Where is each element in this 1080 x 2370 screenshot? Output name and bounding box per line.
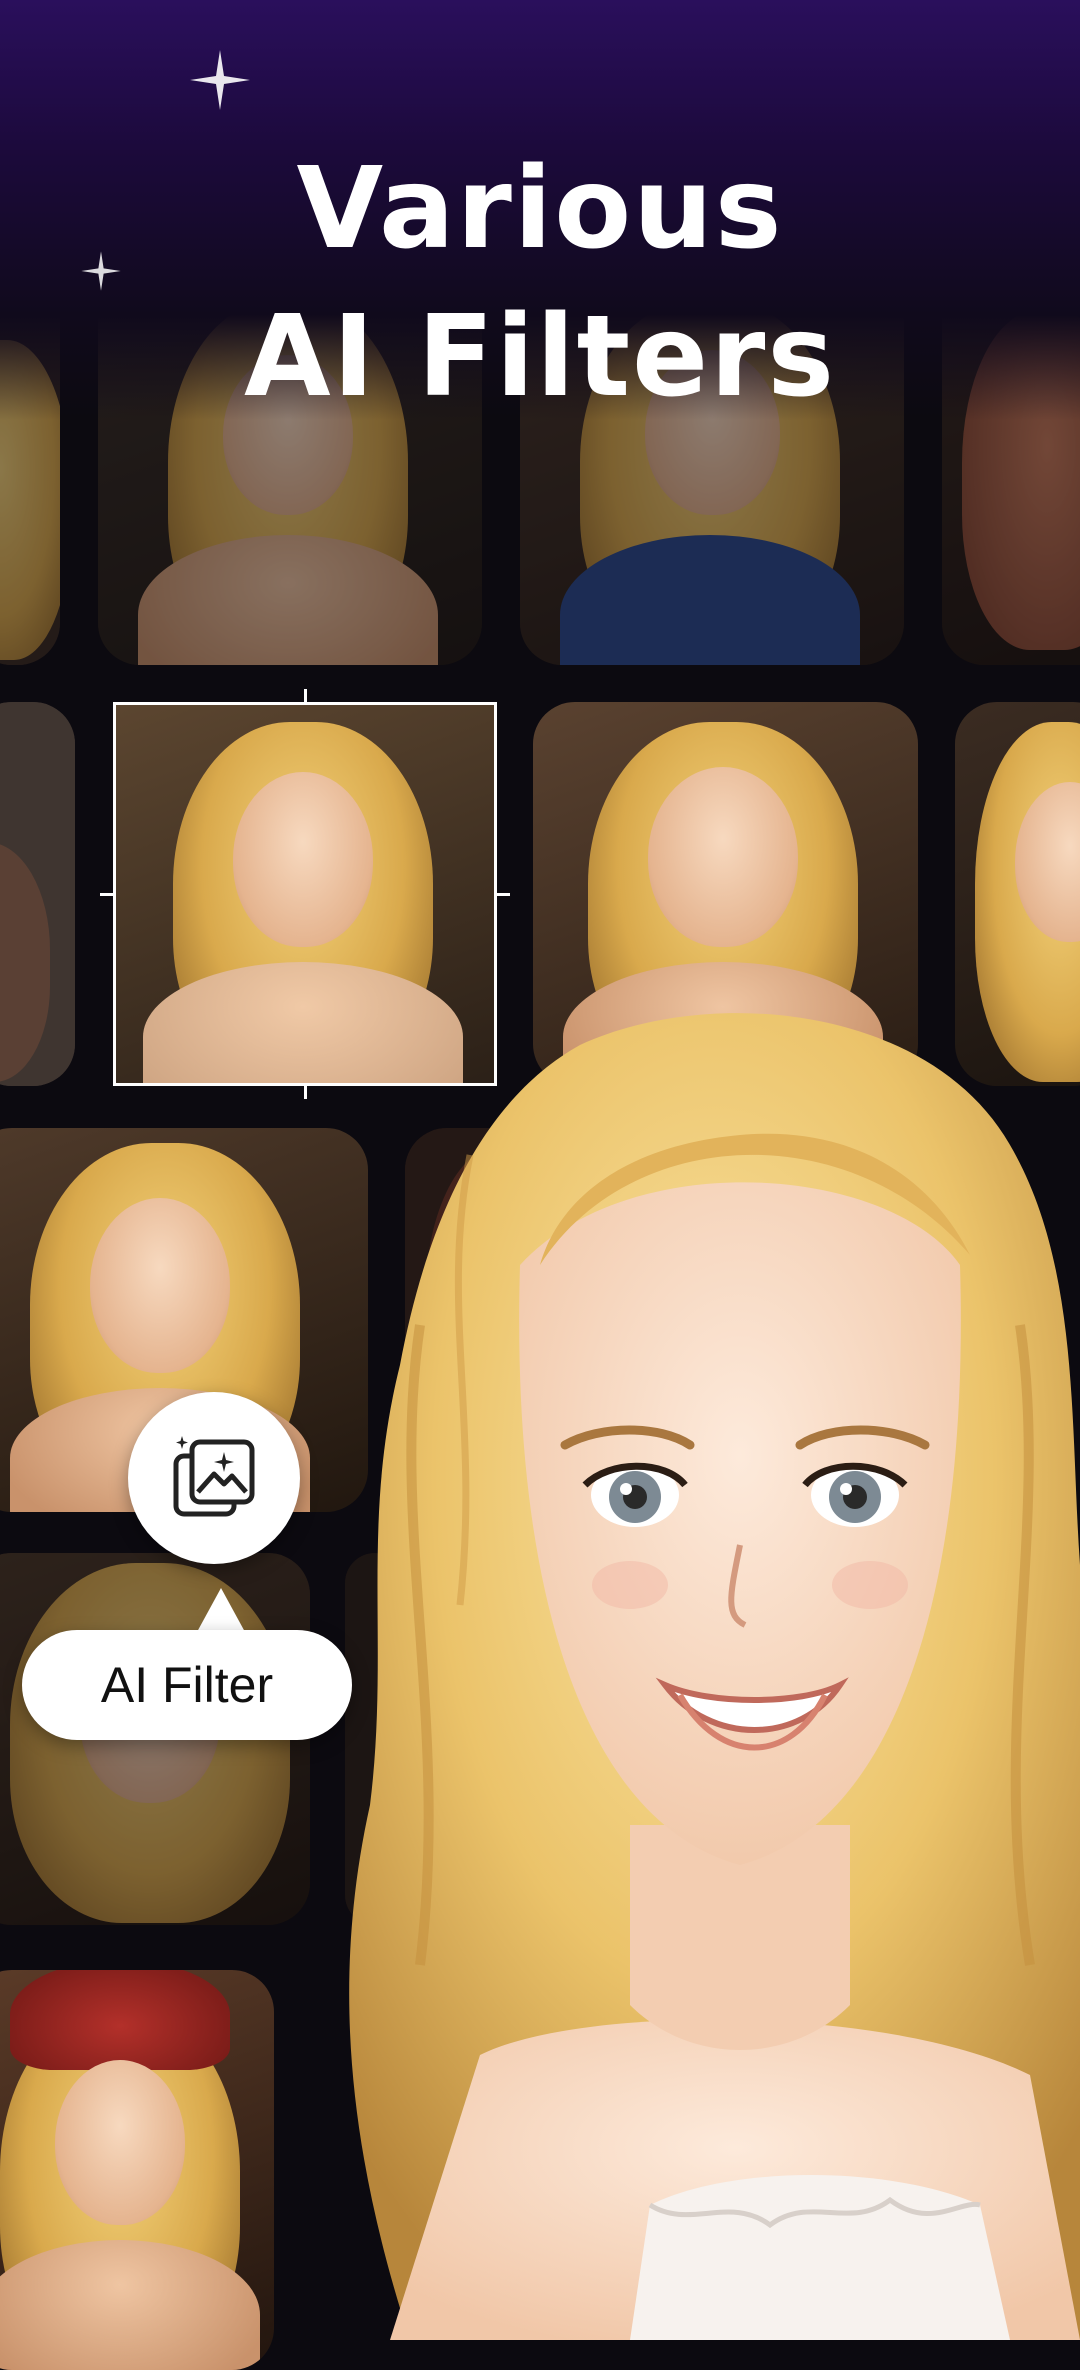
headline-line-1: Various — [296, 144, 784, 274]
filter-thumbnail[interactable] — [0, 702, 75, 1086]
headline: Various AI Filters — [0, 135, 1080, 431]
sparkle-icon — [190, 50, 250, 110]
ai-filter-button[interactable] — [128, 1392, 300, 1564]
filter-thumbnail[interactable] — [0, 1970, 274, 2370]
ai-filter-label: AI Filter — [22, 1630, 352, 1740]
headline-line-2: AI Filters — [243, 292, 837, 422]
hero-filtered-portrait — [349, 1013, 1080, 2340]
ai-filter-icon — [173, 1436, 255, 1517]
tooltip-arrow — [197, 1588, 245, 1632]
ai-filter-label-text: AI Filter — [100, 1657, 274, 1713]
